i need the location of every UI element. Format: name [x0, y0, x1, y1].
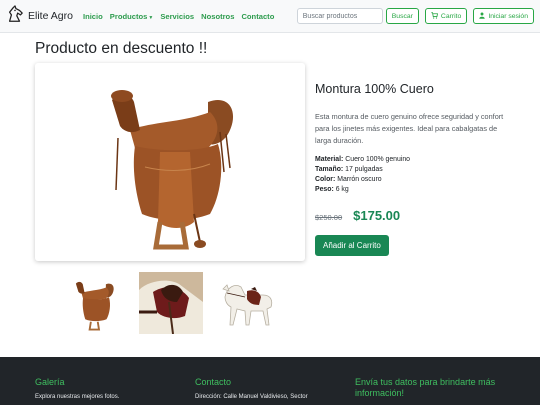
- spec-color: Color: Marrón oscuro: [315, 175, 515, 185]
- footer: Galería Explora nuestras mejores fotos. …: [0, 357, 540, 405]
- footer-contact-address: Dirección: Calle Manuel Valdivieso, Sect…: [195, 394, 308, 400]
- old-price: $250.00: [315, 213, 343, 222]
- product-description: Esta montura de cuero genuino ofrece seg…: [315, 112, 504, 145]
- footer-gallery-text: Explora nuestras mejores fotos.: [35, 394, 120, 400]
- price-block: $250.00 $175.00: [315, 208, 515, 223]
- brand[interactable]: Elite Agro: [6, 4, 73, 28]
- nav-link-contacto[interactable]: Contacto: [241, 12, 274, 21]
- nav-link-productos-label: Productos: [109, 11, 148, 21]
- thumbnail-gallery: [35, 272, 305, 334]
- user-icon: [479, 12, 486, 21]
- nav-actions: Buscar Carrito Iniciar sesión: [296, 8, 534, 24]
- horse-logo-icon: [6, 4, 24, 28]
- search-button[interactable]: Buscar: [385, 8, 419, 24]
- spec-value: Cuero 100% genuino: [345, 156, 411, 163]
- search-input[interactable]: [296, 8, 383, 24]
- cart-button-label: Carrito: [440, 12, 462, 20]
- horse-full-image: [222, 284, 273, 326]
- navbar: Elite Agro Inicio Productos▼ Servicios N…: [0, 0, 540, 33]
- add-to-cart-button[interactable]: Añadir al Carrito: [315, 235, 389, 256]
- spec-size: Tamaño: 17 pulgadas: [315, 165, 515, 175]
- product-image-card: [35, 63, 305, 261]
- spec-material: Material: Cuero 100% genuino: [315, 155, 515, 165]
- footer-gallery: Galería Explora nuestras mejores fotos.: [35, 377, 175, 401]
- saddle-image: [111, 90, 234, 250]
- footer-contact-heading: Contacto: [195, 377, 232, 387]
- horse-closeup-image: [138, 272, 203, 334]
- spec-value: Marrón oscuro: [337, 176, 382, 183]
- login-button[interactable]: Iniciar sesión: [473, 8, 534, 24]
- footer-gallery-heading: Galería: [35, 377, 65, 387]
- nav-links: Inicio Productos▼ Servicios Nosotros Con…: [83, 12, 274, 21]
- spec-label: Material:: [315, 156, 344, 163]
- spec-value: 17 pulgadas: [345, 166, 383, 173]
- spec-value: 6 kg: [335, 186, 349, 193]
- nav-link-productos[interactable]: Productos▼: [110, 12, 154, 21]
- nav-link-inicio[interactable]: Inicio: [83, 12, 103, 21]
- spec-label: Peso:: [315, 186, 334, 193]
- product-name: Montura 100% Cuero: [315, 82, 434, 96]
- footer-contact: Contacto Dirección: Calle Manuel Valdivi…: [195, 377, 340, 401]
- cart-button[interactable]: Carrito: [424, 8, 468, 24]
- caret-down-icon: ▼: [148, 14, 154, 21]
- footer-newsletter-heading: Envía tus datos para brindarte más infor…: [355, 377, 496, 398]
- cart-icon: [431, 11, 438, 21]
- nav-link-nosotros[interactable]: Nosotros: [201, 12, 234, 21]
- brand-name: Elite Agro: [28, 10, 73, 22]
- spec-label: Color:: [315, 176, 336, 183]
- thumbnail-horse-full[interactable]: [215, 272, 279, 334]
- login-button-label: Iniciar sesión: [488, 12, 528, 20]
- footer-newsletter: Envía tus datos para brindarte más infor…: [355, 377, 515, 399]
- thumbnail-horse-closeup[interactable]: [138, 272, 203, 334]
- nav-link-servicios[interactable]: Servicios: [160, 12, 194, 21]
- product-info: Montura 100% Cuero Esta montura de cuero…: [315, 82, 515, 256]
- saddle-thumb-image: [75, 281, 114, 331]
- spec-weight: Peso: 6 kg: [315, 185, 515, 195]
- spec-label: Tamaño:: [315, 166, 344, 173]
- discount-price: $175.00: [353, 208, 401, 223]
- page-title: Producto en descuento !!: [35, 40, 208, 57]
- thumbnail-saddle[interactable]: [62, 272, 126, 334]
